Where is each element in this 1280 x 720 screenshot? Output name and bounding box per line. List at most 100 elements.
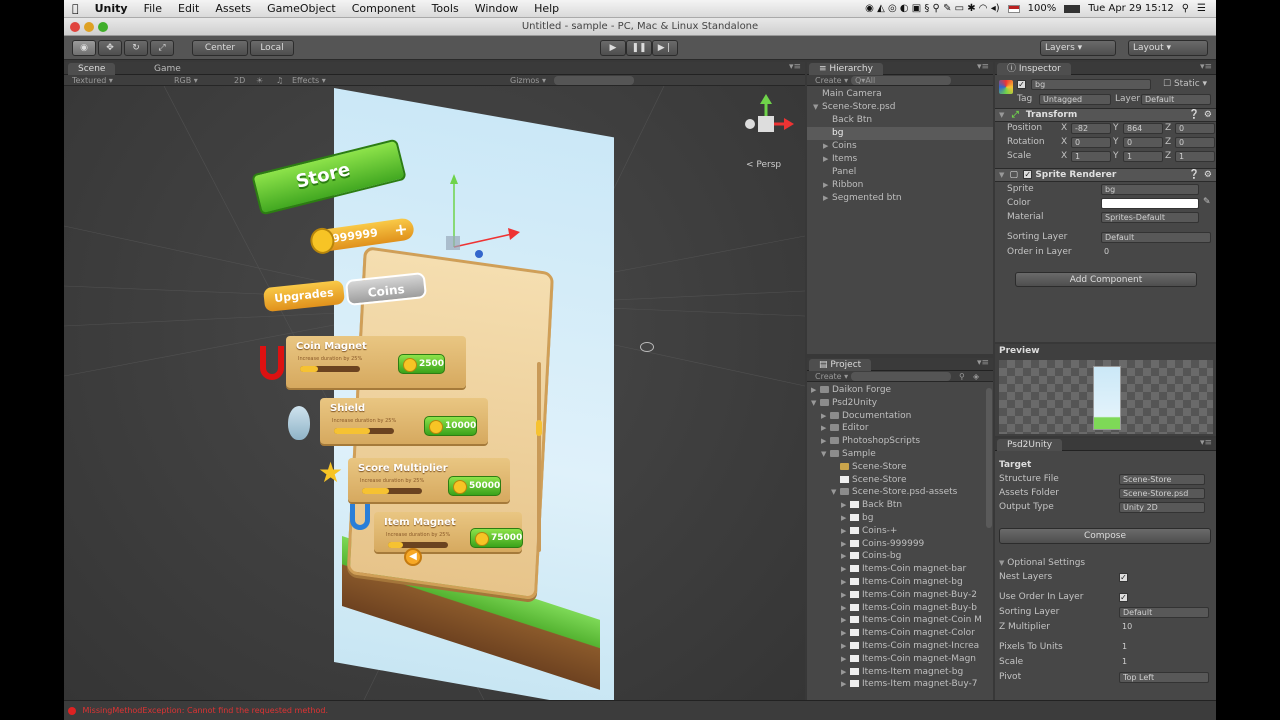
psd2unity-field-value[interactable]: Unity 2D [1119,502,1205,513]
optional-setting-dropdown[interactable]: Top Left [1119,672,1209,683]
expand-arrow-icon[interactable]: ▼ [821,448,830,461]
project-item[interactable]: ▶Items-Coin magnet-Magn [807,653,985,666]
color-swatch[interactable] [1101,198,1199,209]
tab-project[interactable]: ▤ Project [809,359,871,371]
orientation-gizmo[interactable] [740,94,800,154]
project-item[interactable]: ▶Items-Coin magnet-Buy-b [807,602,985,615]
project-item[interactable]: ▶Coins-bg [807,550,985,563]
transform-x-field[interactable]: -82 [1071,123,1111,134]
menu-window[interactable]: Window [467,2,526,15]
project-create-dropdown[interactable]: Create ▾ [815,371,848,382]
move-gizmo[interactable] [424,172,544,292]
expand-arrow-icon[interactable]: ▶ [821,435,830,448]
scene-canvas[interactable]: Store 999999 + Upgrades Coins Coin Magne… [64,86,805,700]
pause-button[interactable]: ❚❚ [626,40,652,56]
transform-y-field[interactable]: 0 [1123,137,1163,148]
play-button[interactable]: ▶ [600,40,626,56]
menu-edit[interactable]: Edit [170,2,207,15]
material-field[interactable]: Sprites-Default [1101,212,1199,223]
move-tool-icon[interactable]: ✥ [98,40,122,56]
color-picker-icon[interactable]: ✎ [1203,197,1211,207]
buy-button[interactable]: 2500 [398,354,445,374]
battery-icon[interactable] [1064,5,1080,13]
sprite-field[interactable]: bg [1101,184,1199,195]
sprite-renderer-header[interactable]: ▼ ▢ ✓ Sprite Renderer ❔ ⚙ [995,168,1216,182]
optional-setting-checkbox[interactable]: ✓ [1119,593,1128,602]
psd2unity-field-value[interactable]: Scene-Store.psd [1119,488,1205,499]
add-component-button[interactable]: Add Component [1015,272,1197,287]
project-item[interactable]: ▶Daikon Forge [807,384,985,397]
hierarchy-create-dropdown[interactable]: Create ▾ [815,75,848,86]
transform-z-field[interactable]: 1 [1175,151,1215,162]
layers-dropdown[interactable]: Layers ▾ [1040,40,1116,56]
menu-component[interactable]: Component [344,2,424,15]
expand-arrow-icon[interactable]: ▶ [823,153,832,166]
menu-unity[interactable]: Unity [87,2,136,15]
psd2unity-field-value[interactable]: Scene-Store [1119,474,1205,485]
hierarchy-item[interactable]: ▶Items [807,153,993,166]
notifications-icon[interactable]: ☰ [1197,3,1206,14]
order-in-layer-field[interactable]: 0 [1101,247,1211,258]
layer-dropdown[interactable]: Default [1141,94,1211,105]
project-item[interactable]: ▶Items-Coin magnet-bar [807,563,985,576]
expand-arrow-icon[interactable]: ▶ [823,192,832,205]
component-gear-icon[interactable]: ⚙ [1204,109,1212,122]
hierarchy-item[interactable]: Panel [807,166,993,179]
expand-arrow-icon[interactable]: ▶ [841,666,850,679]
expand-arrow-icon[interactable]: ▶ [841,653,850,666]
hierarchy-item[interactable]: bg [807,127,993,140]
pivot-local-toggle[interactable]: Local [250,40,294,56]
flag-icon[interactable] [1008,5,1020,13]
hierarchy-item[interactable]: Main Camera [807,88,993,101]
menu-gameobject[interactable]: GameObject [259,2,344,15]
expand-arrow-icon[interactable]: ▶ [841,563,850,576]
close-window-icon[interactable] [70,22,80,32]
expand-arrow-icon[interactable]: ▶ [841,589,850,602]
pivot-center-toggle[interactable]: Center [192,40,248,56]
pane-menu-icon[interactable]: ▾≡ [1200,438,1212,448]
project-scrollbar[interactable] [986,388,992,528]
expand-arrow-icon[interactable]: ▼ [831,486,840,499]
expand-arrow-icon[interactable]: ▼ [811,397,820,410]
project-item[interactable]: ▼Psd2Unity [807,397,985,410]
rgb-dropdown[interactable]: RGB ▾ [174,75,198,86]
step-button[interactable]: ▶❘ [652,40,678,56]
add-coins-plus-icon[interactable]: + [393,218,409,242]
project-item[interactable]: ▶Coins-+ [807,525,985,538]
shading-mode-dropdown[interactable]: Textured ▾ [72,75,113,86]
menu-file[interactable]: File [136,2,170,15]
expand-arrow-icon[interactable]: ▶ [811,384,820,397]
project-item[interactable]: Scene-Store [807,474,985,487]
project-item[interactable]: ▶Back Btn [807,499,985,512]
filter-by-label-icon[interactable]: ◈ [973,371,979,382]
menu-assets[interactable]: Assets [207,2,259,15]
hierarchy-item[interactable]: ▼Scene-Store.psd [807,101,993,114]
gizmos-dropdown[interactable]: Gizmos ▾ [510,75,546,86]
project-item[interactable]: ▶Items-Item magnet-Buy-7 [807,678,985,691]
spotlight-icon[interactable]: ⚲ [1182,3,1189,14]
back-button[interactable]: ◀ [404,548,422,566]
status-icons[interactable]: ◉ ◭ ◎ ◐ ▣ § ⚲ ✎ ▭ ✱ ◠ ◂) [865,3,999,14]
expand-arrow-icon[interactable]: ▶ [841,627,850,640]
expand-arrow-icon[interactable]: ▶ [841,550,850,563]
static-checkbox[interactable]: ☐ Static ▾ [1163,79,1207,89]
buy-button[interactable]: 75000 [470,528,523,548]
sorting-layer-dropdown[interactable]: Default [1101,232,1211,243]
expand-arrow-icon[interactable]: ▶ [841,614,850,627]
expand-arrow-icon[interactable]: ▶ [821,422,830,435]
effects-dropdown[interactable]: Effects ▾ [292,75,326,86]
layout-dropdown[interactable]: Layout ▾ [1128,40,1208,56]
compose-button[interactable]: Compose [999,528,1211,544]
persp-label[interactable]: < Persp [746,160,781,170]
expand-arrow-icon[interactable]: ▶ [823,179,832,192]
project-item[interactable]: ▶bg [807,512,985,525]
tag-dropdown[interactable]: Untagged [1039,94,1111,105]
pane-menu-icon[interactable]: ▾≡ [977,358,989,368]
transform-z-field[interactable]: 0 [1175,123,1215,134]
project-item[interactable]: ▶Items-Coin magnet-Increa [807,640,985,653]
transform-y-field[interactable]: 1 [1123,151,1163,162]
sprite-renderer-enabled-checkbox[interactable]: ✓ [1023,170,1032,179]
help-icon[interactable]: ❔ [1189,169,1200,182]
hierarchy-item[interactable]: ▶Segmented btn [807,192,993,205]
object-name-input[interactable]: bg [1031,79,1151,90]
